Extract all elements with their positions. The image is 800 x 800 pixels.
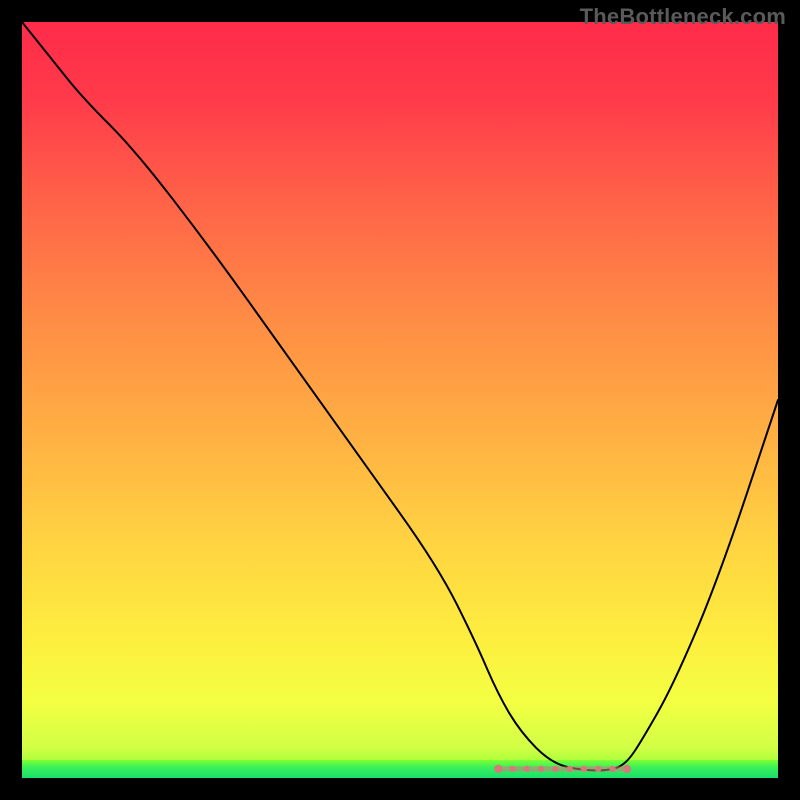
optimal-band-dot xyxy=(509,766,515,772)
optimal-band-dot xyxy=(494,765,502,773)
optimal-band-dot xyxy=(623,765,631,773)
plot-area xyxy=(22,22,778,778)
optimal-band-dot xyxy=(524,766,530,772)
curve-layer xyxy=(22,22,778,778)
bottleneck-curve xyxy=(22,22,778,770)
optimal-band-dot xyxy=(595,766,601,772)
chart-container: TheBottleneck.com xyxy=(0,0,800,800)
optimal-band-dot xyxy=(538,766,544,772)
optimal-band-dot xyxy=(552,766,558,772)
optimal-band-dot xyxy=(609,766,615,772)
watermark-text: TheBottleneck.com xyxy=(580,4,786,30)
optimal-band-dot xyxy=(581,766,587,772)
optimal-band-dot xyxy=(567,766,573,772)
